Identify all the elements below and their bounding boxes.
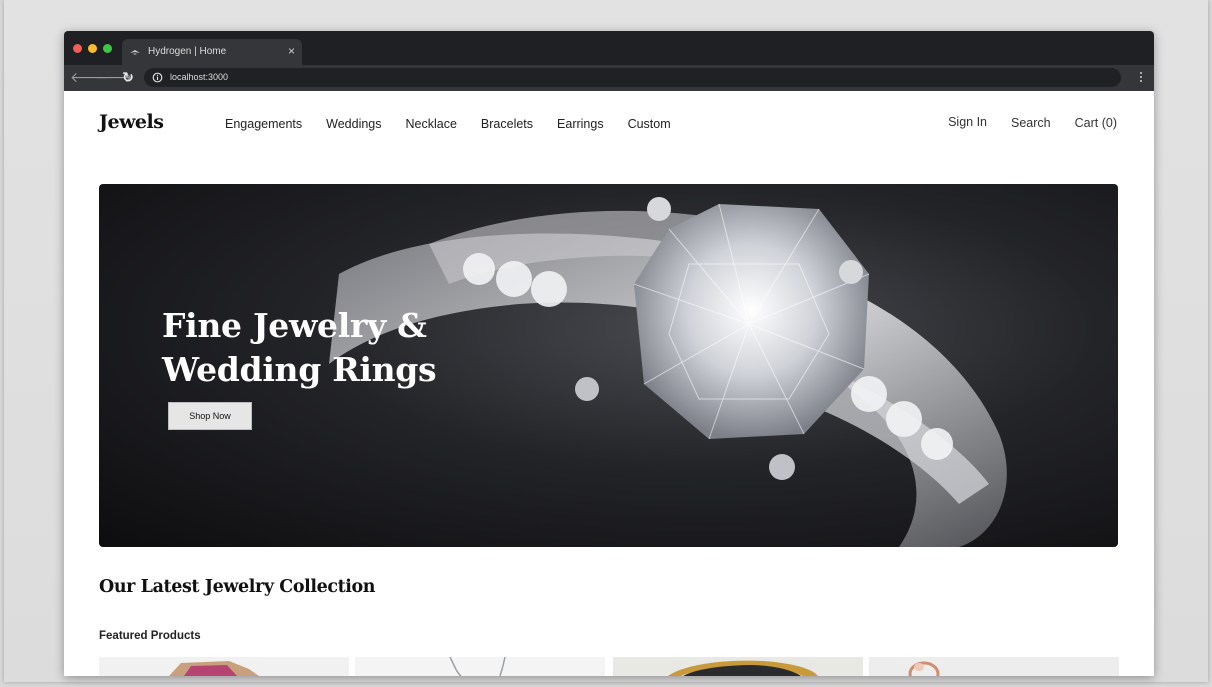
hydrogen-favicon-icon <box>130 50 140 55</box>
tab-close-icon[interactable]: × <box>288 44 295 58</box>
browser-tab[interactable]: Hydrogen | Home × <box>122 39 302 65</box>
nav-link-custom[interactable]: Custom <box>628 117 671 131</box>
cart-link[interactable]: Cart (0) <box>1075 116 1117 130</box>
collection-heading: Our Latest Jewelry Collection <box>99 577 376 597</box>
url-text: localhost:3000 <box>170 72 229 82</box>
nav-link-necklace[interactable]: Necklace <box>406 117 457 131</box>
shop-now-button[interactable]: Shop Now <box>168 402 252 430</box>
store-page: Jewels Engagements Weddings Necklace Bra… <box>64 91 1154 676</box>
product-grid <box>99 657 1119 676</box>
featured-products-label: Featured Products <box>99 630 201 642</box>
screenshot-frame: Hydrogen | Home × 🡐 🡒 ↻ localhost:3000 J… <box>4 0 1208 682</box>
silver-necklace-image <box>355 657 605 676</box>
sign-in-link[interactable]: Sign In <box>948 115 987 129</box>
search-link[interactable]: Search <box>1011 116 1051 130</box>
browser-menu-icon[interactable] <box>1138 70 1144 86</box>
hero-banner: Fine Jewelry & Wedding Rings Shop Now <box>99 184 1118 547</box>
site-info-icon[interactable] <box>152 72 163 83</box>
product-card-2[interactable] <box>355 657 605 676</box>
browser-toolbar: 🡐 🡒 ↻ localhost:3000 <box>64 65 1154 91</box>
minimize-window-button[interactable] <box>88 44 97 53</box>
rose-gold-ring-image <box>869 657 1119 676</box>
close-window-button[interactable] <box>73 44 82 53</box>
gold-enamel-band-image <box>613 657 863 676</box>
hero-title: Fine Jewelry & Wedding Rings <box>162 304 502 392</box>
hero-title-line-2: Wedding Rings <box>162 350 437 389</box>
main-navigation: Engagements Weddings Necklace Bracelets … <box>225 117 695 131</box>
forward-arrow-icon[interactable]: 🡒 <box>95 69 133 85</box>
nav-link-earrings[interactable]: Earrings <box>557 117 604 131</box>
nav-link-engagements[interactable]: Engagements <box>225 117 302 131</box>
address-bar[interactable]: localhost:3000 <box>144 68 1121 87</box>
nav-link-bracelets[interactable]: Bracelets <box>481 117 533 131</box>
brand-logo[interactable]: Jewels <box>99 111 164 133</box>
browser-titlebar: Hydrogen | Home × <box>64 31 1154 65</box>
tab-title: Hydrogen | Home <box>148 46 227 57</box>
hero-title-line-1: Fine Jewelry & <box>162 306 427 345</box>
back-arrow-icon[interactable]: 🡐 <box>70 69 108 85</box>
reload-icon[interactable]: ↻ <box>120 69 136 85</box>
maximize-window-button[interactable] <box>103 44 112 53</box>
product-card-3[interactable] <box>613 657 863 676</box>
product-card-4[interactable] <box>869 657 1119 676</box>
product-card-1[interactable] <box>99 657 349 676</box>
account-links: Sign In Search Cart (0) <box>948 115 1117 130</box>
nav-link-weddings[interactable]: Weddings <box>326 117 381 131</box>
browser-window: Hydrogen | Home × 🡐 🡒 ↻ localhost:3000 J… <box>64 31 1154 676</box>
pink-gemstone-ring-image <box>99 657 349 676</box>
